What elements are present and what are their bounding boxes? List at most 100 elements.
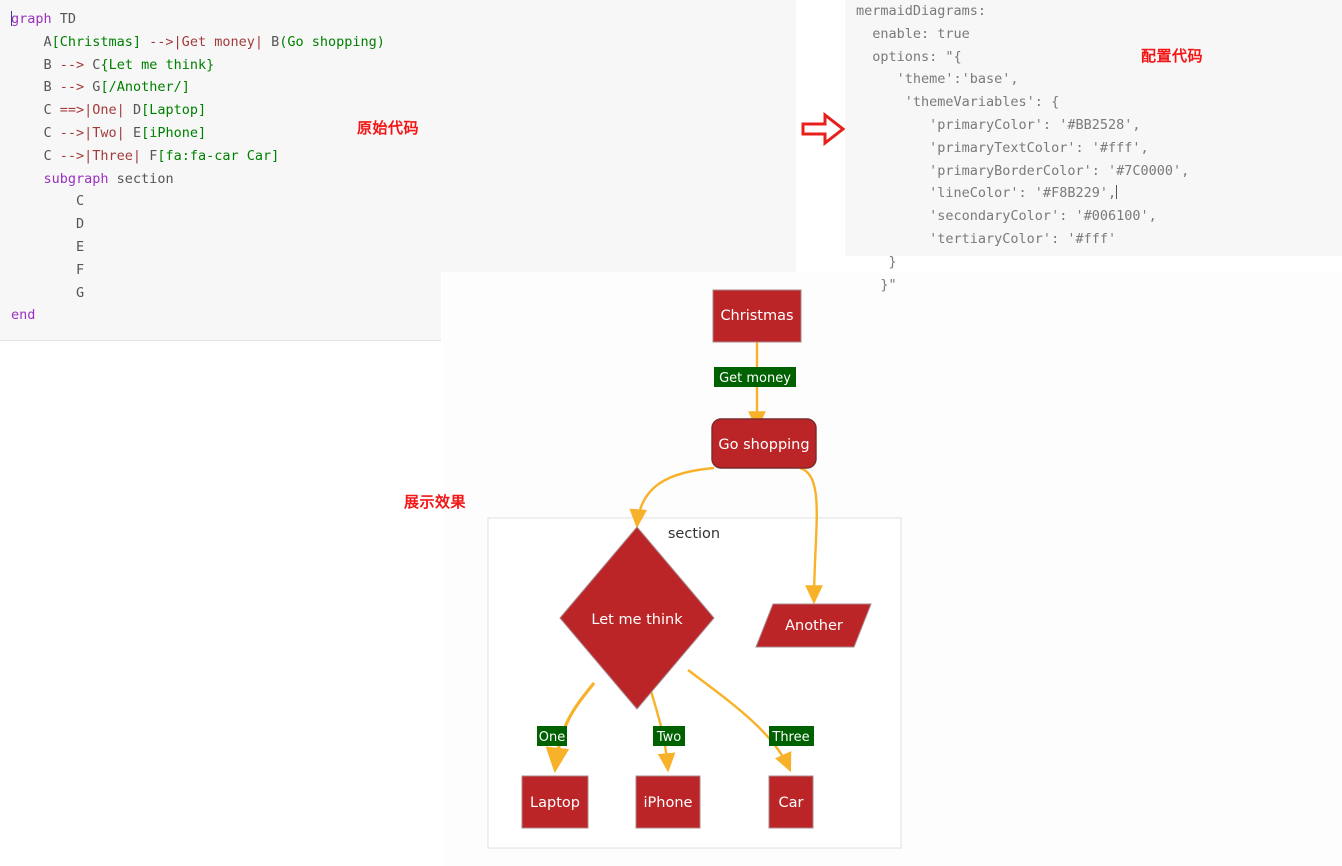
config-code-annotation-label: 配置代码 [1141, 47, 1204, 65]
code-token: end [11, 307, 36, 324]
node-car[interactable]: Car [768, 775, 814, 829]
source-code-line: C [11, 190, 385, 213]
code-token: mermaidDiagrams: [856, 3, 987, 19]
source-code-line: D [11, 213, 385, 236]
code-token: A [11, 33, 52, 50]
code-token: C [11, 147, 60, 164]
node-laptop[interactable]: Laptop [521, 775, 589, 829]
code-token: (Go shopping) [279, 33, 385, 50]
edge-label-three: Three [769, 726, 814, 746]
source-code-line: C -->|Three| F[fa:fa-car Car] [11, 145, 385, 168]
code-token: F [11, 261, 85, 278]
code-token: --> [59, 79, 85, 96]
edge-label-text: Three [771, 730, 809, 745]
code-token: E [124, 124, 142, 141]
edge-B-C [629, 466, 715, 529]
code-token: graph [11, 11, 52, 27]
code-token: D [124, 102, 142, 119]
code-token: 'secondaryColor': '#006100', [856, 208, 1157, 225]
config-code-line: 'secondaryColor': '#006100', [856, 205, 1189, 228]
source-code-line: B --> C{Let me think} [11, 54, 385, 77]
node-go-shopping[interactable]: Go shopping [711, 418, 817, 469]
config-code-line: 'themeVariables': { [856, 91, 1189, 114]
node-label: iPhone [644, 795, 693, 811]
node-label: Another [785, 618, 843, 634]
config-code-line: 'primaryBorderColor': '#7C0000', [856, 160, 1189, 183]
edge-label-two: Two [653, 726, 685, 746]
code-token: 'themeVariables': { [856, 94, 1060, 111]
render-result-annotation-label: 展示效果 [404, 493, 467, 511]
node-label: Car [779, 795, 804, 811]
code-token: [Christmas] [51, 33, 142, 50]
code-token: G [11, 284, 85, 301]
code-token: options: "{ [856, 48, 962, 65]
code-token: section [108, 170, 174, 187]
code-token: 'tertiaryColor': '#fff' [856, 230, 1117, 247]
config-code-line: } [856, 251, 1189, 274]
source-code-line: G [11, 282, 385, 305]
code-token: [iPhone] [141, 124, 207, 141]
code-token: C [11, 193, 85, 210]
source-code-block[interactable]: graph TD A[Christmas] -->|Get money| B(G… [11, 8, 385, 327]
code-token: {Let me think} [100, 56, 215, 73]
source-code-line: E [11, 236, 385, 259]
node-christmas[interactable]: Christmas [712, 289, 802, 343]
code-token: C [84, 56, 101, 73]
config-code-line: enable: true [856, 23, 1189, 46]
text-cursor [1116, 185, 1118, 200]
source-code-line: F [11, 259, 385, 282]
edge-label-text: One [539, 730, 565, 745]
code-token: subgraph [43, 170, 109, 187]
code-token: enable: true [856, 25, 970, 42]
code-token: G [84, 79, 101, 96]
config-code-line: mermaidDiagrams: [856, 0, 1189, 23]
code-token: 'lineColor': '#F8B229', [856, 185, 1117, 202]
edge-label-one: One [537, 726, 567, 746]
node-label: Let me think [591, 612, 683, 628]
source-code-line: subgraph section [11, 168, 385, 191]
code-token: -->|Three| [59, 147, 142, 164]
edge-label-text: Get money [719, 371, 791, 386]
node-label: Go shopping [718, 437, 809, 453]
code-token: TD [51, 11, 77, 27]
code-token: B [262, 33, 280, 50]
code-token: D [11, 216, 85, 233]
node-another[interactable]: Another [755, 603, 872, 648]
code-token: 'primaryBorderColor': '#7C0000', [856, 162, 1190, 179]
code-token: [fa:fa-car Car] [157, 147, 280, 164]
code-token: E [11, 238, 85, 255]
cluster-section-label: section [668, 526, 720, 542]
node-iphone[interactable]: iPhone [635, 775, 701, 829]
node-label: Laptop [530, 795, 580, 811]
edge-label-text: Two [656, 730, 681, 745]
code-token: B [11, 79, 60, 96]
config-code-line: 'primaryTextColor': '#fff', [856, 137, 1189, 160]
source-code-line: C ==>|One| D[Laptop] [11, 99, 385, 122]
code-token: 'primaryColor': '#BB2528', [856, 116, 1141, 133]
config-code-line: options: "{ [856, 46, 1189, 69]
source-code-line: B --> G[/Another/] [11, 76, 385, 99]
mermaid-flowchart: Get money One Two Three section Christma… [487, 289, 902, 849]
code-token: -->|Get money| [141, 33, 263, 50]
source-code-line: graph TD [11, 8, 385, 31]
source-code-line: A[Christmas] -->|Get money| B(Go shoppin… [11, 31, 385, 54]
config-code-block[interactable]: mermaidDiagrams: enable: true options: "… [856, 0, 1189, 296]
code-token: --> [59, 56, 85, 73]
edge-label-get-money: Get money [714, 367, 796, 387]
source-code-line: C -->|Two| E[iPhone] [11, 122, 385, 145]
code-token: ==>|One| [59, 102, 125, 119]
code-token: 'primaryTextColor': '#fff', [856, 139, 1149, 156]
config-code-line: 'primaryColor': '#BB2528', [856, 114, 1189, 137]
code-token: C [11, 102, 60, 119]
code-token: B [11, 56, 60, 73]
code-token: [Laptop] [141, 102, 207, 119]
code-token: 'theme':'base', [856, 71, 1019, 88]
code-token: [/Another/] [100, 79, 190, 96]
config-code-line: 'tertiaryColor': '#fff' [856, 228, 1189, 251]
config-code-line: 'lineColor': '#F8B229', [856, 182, 1189, 205]
source-code-line: end [11, 304, 385, 327]
code-token: F [141, 147, 158, 164]
source-code-annotation-label: 原始代码 [357, 119, 420, 137]
code-token: } [856, 253, 897, 270]
